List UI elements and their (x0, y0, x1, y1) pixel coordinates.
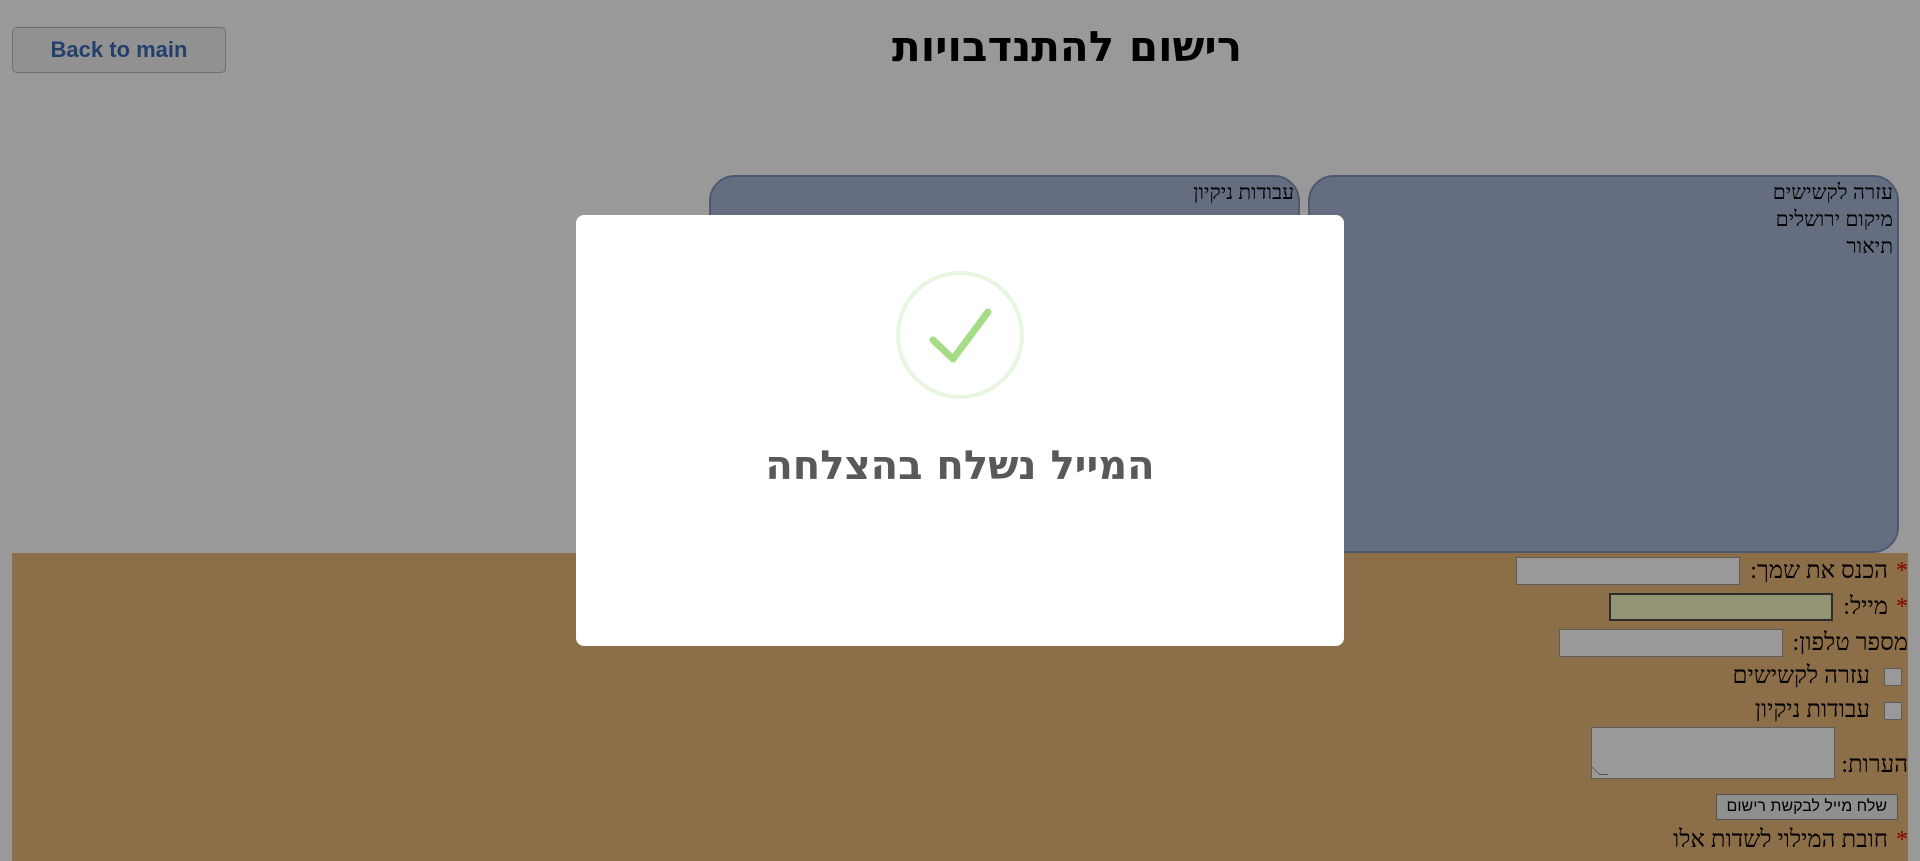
success-check-icon (896, 271, 1024, 399)
success-dialog: המייל נשלח בהצלחה (576, 215, 1344, 646)
success-message: המייל נשלח בהצלחה (765, 443, 1155, 489)
